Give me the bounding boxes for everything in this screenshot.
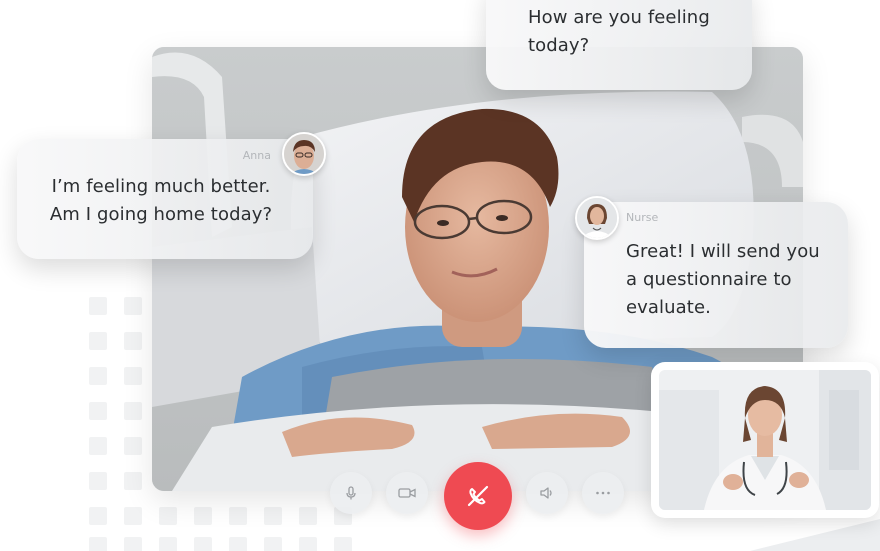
sender-name: Nurse [626,211,659,224]
sender-name: Anna [242,149,271,162]
end-call-button[interactable] [444,462,512,530]
chat-bubble-anna: Anna I’m feeling much better. Am I going… [17,139,313,259]
video-button[interactable] [386,472,428,514]
microphone-icon [346,486,356,500]
message-text: I’m feeling much better. Am I going home… [49,176,273,225]
chat-bubble-nurse: Nurse Great! I will send you a questionn… [584,202,848,348]
chat-bubble-question: How are you feeling today? [486,0,752,90]
speaker-icon [540,487,552,499]
message-text: How are you feeling today? [528,7,710,56]
call-controls [330,462,630,532]
video-camera-icon [398,488,416,498]
more-options-button[interactable] [582,472,624,514]
end-call-icon [467,485,489,507]
more-icon [596,491,610,495]
doctor-video-thumbnail[interactable] [651,362,879,518]
message-text: Great! I will send you a questionnaire t… [626,241,820,318]
microphone-button[interactable] [330,472,372,514]
avatar-anna [282,132,326,176]
corner-decoration [750,519,880,551]
avatar-nurse [575,196,619,240]
speaker-button[interactable] [526,472,568,514]
doctor-video-feed [659,370,871,510]
